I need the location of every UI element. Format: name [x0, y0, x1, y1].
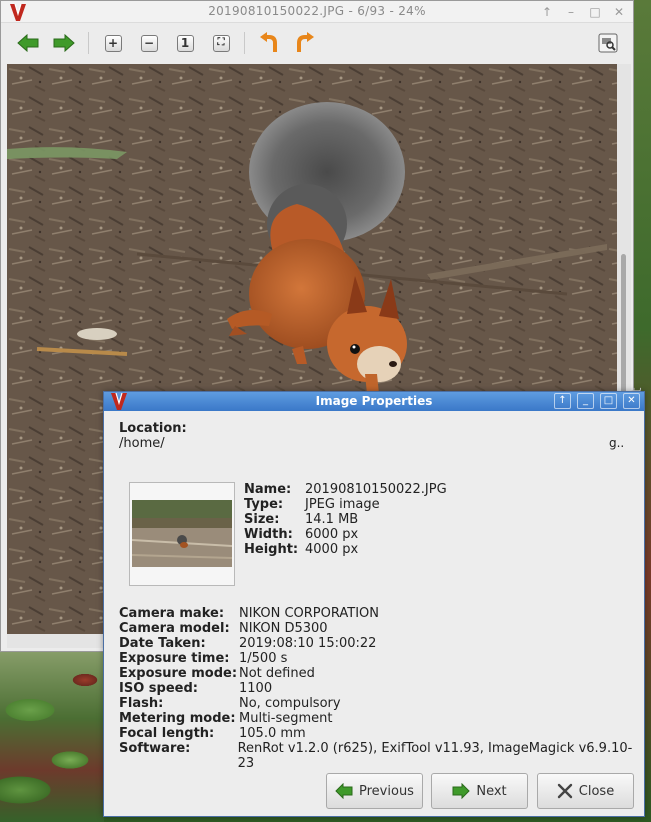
zoom-out-button[interactable]: −: [137, 31, 161, 55]
exif-row-exposure-mode: Exposure mode: Not defined: [119, 666, 315, 681]
exif-row-focal-length: Focal length: 105.0 mm: [119, 726, 306, 741]
image-properties-dialog: Image Properties ↑ _ □ ✕ Location: /home…: [103, 391, 645, 817]
toolbar-separator: [88, 32, 89, 54]
fullscreen-icon: ⛶: [212, 34, 230, 52]
file-row-height: Height: 4000 px: [244, 542, 359, 557]
next-label: Next: [476, 783, 507, 799]
close-icon[interactable]: ✕: [623, 393, 640, 409]
close-label: Close: [578, 783, 615, 799]
zoom-fit-button[interactable]: ⛶: [209, 31, 233, 55]
zoom-original-icon: 1: [176, 34, 194, 52]
zoom-in-icon: +: [104, 34, 122, 52]
maximize-icon[interactable]: □: [600, 393, 617, 409]
exif-row-camera-make: Camera make: NIKON CORPORATION: [119, 606, 379, 621]
location-truncated: g..: [609, 436, 625, 450]
close-icon: [557, 783, 572, 799]
thumbnail-image: [132, 500, 232, 567]
window-controls: ↑ – □ ✕: [539, 4, 627, 20]
zoom-original-button[interactable]: 1: [173, 31, 197, 55]
exif-row-metering-mode: Metering mode: Multi-segment: [119, 711, 333, 726]
dialog-titlebar[interactable]: Image Properties ↑ _ □ ✕: [104, 392, 644, 411]
properties-icon: [598, 33, 618, 53]
exif-row-iso-speed: ISO speed: 1100: [119, 681, 273, 696]
exif-info: Camera make: NIKON CORPORATION Camera mod…: [119, 606, 644, 771]
thumbnail-frame: [129, 482, 235, 586]
toolbar: + − 1 ⛶: [1, 24, 633, 62]
window-titlebar[interactable]: 20190810150022.JPG - 6/93 - 24% ↑ – □ ✕: [1, 1, 633, 23]
close-icon[interactable]: ✕: [611, 4, 627, 20]
properties-button[interactable]: [596, 31, 620, 55]
arrow-left-icon: [17, 34, 39, 52]
file-row-name: Name: 20190810150022.JPG: [244, 482, 447, 497]
maximize-icon[interactable]: □: [587, 4, 603, 20]
arrow-left-icon: [335, 783, 353, 799]
rotate-right-icon: [297, 32, 314, 52]
file-row-type: Type: JPEG image: [244, 497, 380, 512]
keep-above-icon[interactable]: ↑: [554, 393, 571, 409]
dialog-window-controls: ↑ _ □ ✕: [554, 393, 640, 409]
zoom-in-button[interactable]: +: [101, 31, 125, 55]
minimize-icon[interactable]: _: [577, 393, 594, 409]
back-button[interactable]: [16, 31, 40, 55]
previous-button[interactable]: Previous: [326, 773, 423, 809]
exif-row-flash: Flash: No, compulsory: [119, 696, 341, 711]
exif-row-exposure-time: Exposure time: 1/500 s: [119, 651, 288, 666]
next-button[interactable]: Next: [431, 773, 528, 809]
exif-row-date-taken: Date Taken: 2019:08:10 15:00:22: [119, 636, 377, 651]
arrow-right-icon: [452, 783, 471, 799]
rotate-right-button[interactable]: [293, 31, 317, 55]
minimize-icon[interactable]: –: [563, 4, 579, 20]
desktop-wallpaper: [0, 650, 104, 822]
close-button[interactable]: Close: [537, 773, 634, 809]
dialog-button-row: Previous Next Close: [326, 773, 634, 809]
keep-above-icon[interactable]: ↑: [539, 4, 555, 20]
location-label: Location:: [119, 421, 187, 436]
previous-label: Previous: [359, 783, 414, 799]
location-value: /home/: [119, 436, 165, 451]
zoom-out-icon: −: [140, 34, 158, 52]
rotate-left-icon: [260, 32, 277, 52]
file-row-size: Size: 14.1 MB: [244, 512, 359, 527]
forward-button[interactable]: [52, 31, 76, 55]
rotate-left-button[interactable]: [257, 31, 281, 55]
exif-row-software: Software: RenRot v1.2.0 (r625), ExifTool …: [119, 741, 633, 771]
desktop-background: [0, 650, 104, 822]
file-row-width: Width: 6000 px: [244, 527, 359, 542]
exif-row-camera-model: Camera model: NIKON D5300: [119, 621, 328, 636]
toolbar-separator: [244, 32, 245, 54]
arrow-right-icon: [53, 34, 75, 52]
file-info: Name: 20190810150022.JPG Type: JPEG image …: [244, 482, 447, 557]
